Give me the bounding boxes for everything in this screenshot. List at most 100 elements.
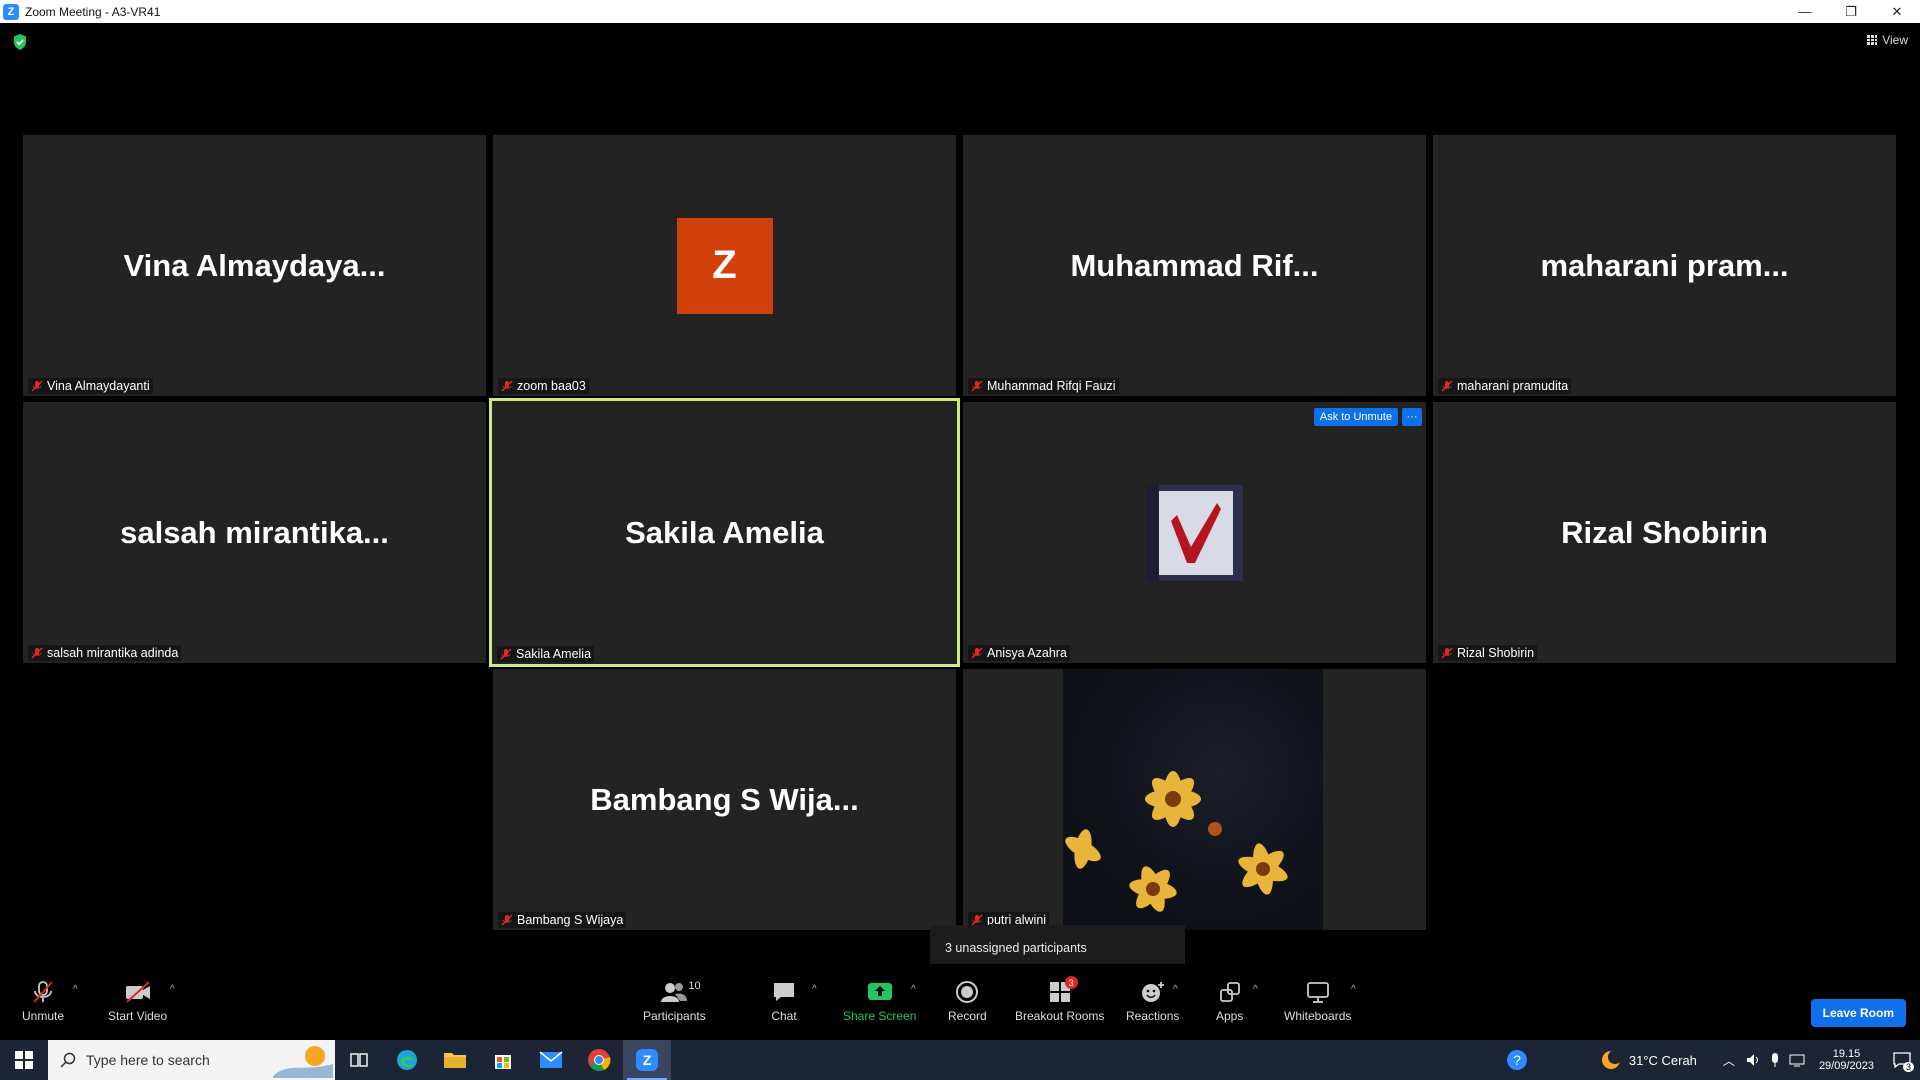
whiteboards-options-caret[interactable]: ^ — [1351, 984, 1356, 995]
participant-tile[interactable]: putri alwini — [963, 669, 1426, 930]
audio-options-caret[interactable]: ^ — [73, 984, 78, 995]
participant-tile[interactable]: Z zoom baa03 — [493, 135, 956, 396]
participant-big-name: maharani pram... — [1540, 247, 1789, 283]
mic-muted-icon — [500, 648, 512, 660]
participant-label: maharani pramudita — [1438, 378, 1572, 394]
participants-button[interactable]: 10 Participants — [643, 978, 706, 1023]
record-button[interactable]: Record — [948, 978, 987, 1023]
ask-to-unmute-button[interactable]: Ask to Unmute — [1313, 408, 1398, 426]
microphone-icon[interactable] — [1769, 1052, 1781, 1068]
participant-tile[interactable]: Muhammad Rif... Muhammad Rifqi Fauzi — [963, 135, 1426, 396]
chat-options-caret[interactable]: ^ — [812, 984, 817, 995]
reactions-options-caret[interactable]: ^ — [1173, 984, 1178, 995]
whiteboard-icon — [1305, 978, 1331, 1006]
participant-name: Anisya Azahra — [987, 646, 1067, 660]
participant-name: Muhammad Rifqi Fauzi — [987, 379, 1116, 393]
whiteboards-button[interactable]: Whiteboards — [1284, 978, 1351, 1023]
breakout-rooms-button[interactable]: 3 Breakout Rooms — [1015, 976, 1104, 1023]
restore-button[interactable]: ❐ — [1828, 0, 1874, 23]
video-off-icon — [124, 978, 152, 1006]
notifications-button[interactable]: 3 — [1884, 1040, 1920, 1080]
share-options-caret[interactable]: ^ — [911, 984, 916, 995]
grid-icon — [1867, 35, 1878, 45]
mic-muted-icon — [31, 647, 43, 659]
participant-name: zoom baa03 — [517, 379, 586, 393]
participant-label: salsah mirantika adinda — [28, 645, 182, 661]
avatar: Z — [676, 217, 773, 314]
participants-icon: 10 — [660, 978, 701, 1006]
video-options-caret[interactable]: ^ — [170, 984, 175, 995]
show-hidden-icons-icon[interactable]: ︿ — [1723, 1052, 1735, 1069]
start-button[interactable] — [0, 1040, 48, 1080]
chrome-icon — [588, 1049, 611, 1071]
apps-icon — [1218, 978, 1242, 1006]
reactions-icon — [1140, 978, 1166, 1006]
close-button[interactable]: ✕ — [1874, 0, 1920, 23]
participants-count: 10 — [688, 980, 701, 992]
participant-label: Muhammad Rifqi Fauzi — [968, 378, 1119, 394]
participant-tile[interactable]: Rizal Shobirin Rizal Shobirin — [1433, 402, 1896, 663]
leave-room-button[interactable]: Leave Room — [1810, 999, 1906, 1027]
network-icon[interactable] — [1789, 1052, 1805, 1068]
participant-tile-active-speaker[interactable]: Sakila Amelia Sakila Amelia — [489, 398, 960, 667]
weather-text[interactable]: 31°C Cerah — [1629, 1053, 1697, 1068]
zoom-taskbar-button[interactable]: Z — [623, 1040, 671, 1080]
apps-button[interactable]: Apps — [1216, 978, 1243, 1023]
chrome-button[interactable] — [575, 1040, 623, 1080]
start-video-label: Start Video — [108, 1009, 168, 1023]
weather-moon-icon — [1601, 1050, 1622, 1069]
taskbar-search-box[interactable]: Type here to search — [48, 1040, 335, 1080]
view-label: View — [1882, 33, 1908, 47]
participant-big-name: Bambang S Wija... — [590, 781, 859, 817]
store-button[interactable] — [479, 1040, 527, 1080]
record-label: Record — [948, 1009, 987, 1023]
minimize-button[interactable]: — — [1782, 0, 1828, 23]
chat-button[interactable]: Chat — [771, 978, 797, 1023]
participant-name: Vina Almaydayanti — [47, 379, 150, 393]
participant-tile[interactable]: Bambang S Wija... Bambang S Wijaya — [493, 669, 956, 930]
edge-browser-button[interactable] — [383, 1040, 431, 1080]
file-explorer-button[interactable] — [431, 1040, 479, 1080]
apps-options-caret[interactable]: ^ — [1253, 984, 1258, 995]
participant-tile[interactable]: Ask to Unmute ··· Anisya Azahra — [963, 402, 1426, 663]
help-icon[interactable]: ? — [1505, 1048, 1529, 1072]
windows-logo-icon — [15, 1051, 33, 1069]
profile-photo-icon — [1146, 484, 1243, 581]
participant-label: Bambang S Wijaya — [498, 912, 627, 928]
participant-name: salsah mirantika adinda — [47, 646, 179, 660]
participant-big-name: salsah mirantika... — [120, 514, 389, 550]
participant-tile[interactable]: maharani pram... maharani pramudita — [1433, 135, 1896, 396]
task-view-button[interactable] — [335, 1040, 383, 1080]
participant-label: Rizal Shobirin — [1438, 645, 1538, 661]
participant-tile[interactable]: salsah mirantika... salsah mirantika adi… — [23, 402, 486, 663]
meeting-toolbar: Unmute ^ Start Video ^ 10 Participants C… — [0, 964, 1920, 1040]
participant-big-name: Vina Almaydaya... — [123, 247, 386, 283]
participant-big-name: Sakila Amelia — [625, 514, 824, 550]
mic-muted-icon — [971, 647, 983, 659]
mic-muted-icon — [1441, 647, 1453, 659]
more-options-button[interactable]: ··· — [1402, 408, 1422, 426]
participant-name: maharani pramudita — [1457, 379, 1569, 393]
notification-count: 3 — [1902, 1062, 1914, 1072]
search-icon — [60, 1052, 76, 1068]
unmute-button[interactable]: Unmute — [22, 978, 64, 1023]
security-shield-icon[interactable] — [12, 33, 28, 51]
participants-label: Participants — [643, 1009, 706, 1023]
record-icon — [955, 978, 979, 1006]
mail-button[interactable] — [527, 1040, 575, 1080]
view-button[interactable]: View — [1867, 33, 1908, 47]
mic-muted-icon — [971, 380, 983, 392]
start-video-button[interactable]: Start Video — [108, 978, 167, 1023]
chat-label: Chat — [771, 1009, 797, 1023]
reactions-button[interactable]: Reactions — [1126, 978, 1179, 1023]
meeting-area: View Vina Almaydaya... Vina Almaydayanti… — [0, 23, 1920, 1040]
clock[interactable]: 19.15 29/09/2023 — [1819, 1048, 1874, 1072]
search-placeholder: Type here to search — [86, 1052, 210, 1068]
speaker-icon[interactable] — [1745, 1052, 1761, 1068]
share-screen-label: Share Screen — [843, 1009, 917, 1023]
search-highlight-icon — [273, 1046, 333, 1078]
participant-label: Vina Almaydayanti — [28, 378, 153, 394]
share-screen-button[interactable]: Share Screen — [843, 978, 916, 1023]
share-screen-icon — [867, 978, 893, 1006]
participant-tile[interactable]: Vina Almaydaya... Vina Almaydayanti — [23, 135, 486, 396]
